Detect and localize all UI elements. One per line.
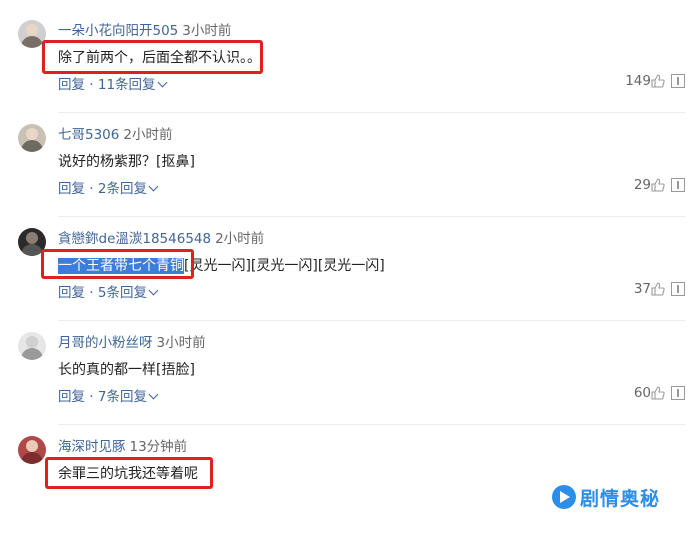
comment-meta: 貪戀鉨de溫湠18546548 2小时前: [58, 227, 264, 247]
reply-link[interactable]: 回复 · 5条回复: [58, 281, 159, 301]
divider: [58, 112, 685, 113]
username[interactable]: 貪戀鉨de溫湠18546548: [58, 231, 211, 247]
reply-link[interactable]: 回复 · 7条回复: [58, 385, 159, 405]
username[interactable]: 一朵小花向阳开505: [58, 23, 178, 39]
thumbs-up-icon[interactable]: [651, 282, 665, 296]
report-icon[interactable]: [671, 386, 685, 400]
chevron-down-icon: [157, 77, 168, 88]
comment-item: 一朵小花向阳开505 3小时前 除了前两个，后面全都不认识。。 回复 · 11条回…: [0, 18, 699, 122]
username[interactable]: 月哥的小粉丝呀: [58, 335, 153, 351]
chevron-down-icon: [148, 181, 159, 192]
report-icon[interactable]: [671, 74, 685, 88]
divider: [58, 216, 685, 217]
report-icon[interactable]: [671, 282, 685, 296]
watermark: 剧情奥秘: [552, 482, 660, 512]
reply-link[interactable]: 回复 · 11条回复: [58, 73, 168, 93]
highlight-box: [45, 457, 213, 489]
like-count: 37: [633, 281, 651, 297]
comment-text: 长的真的都一样[捂脸]: [58, 362, 195, 378]
chevron-down-icon: [148, 389, 159, 400]
like-count: 60: [633, 385, 651, 401]
report-icon[interactable]: [671, 178, 685, 192]
avatar[interactable]: [18, 124, 46, 152]
avatar[interactable]: [18, 436, 46, 464]
comment-meta: 月哥的小粉丝呀 3小时前: [58, 331, 206, 351]
thumbs-up-icon[interactable]: [651, 386, 665, 400]
reply-link[interactable]: 回复 · 2条回复: [58, 177, 159, 197]
comment-item: 貪戀鉨de溫湠18546548 2小时前 一个王者带七个青铜[灵光一闪][灵光一闪…: [0, 226, 699, 330]
comment-meta: 海深时见豚 13分钟前: [58, 435, 187, 455]
highlight-box: [41, 249, 194, 279]
reply-label: 回复 · 11条回复: [58, 77, 156, 93]
avatar[interactable]: [18, 332, 46, 360]
username[interactable]: 海深时见豚: [58, 439, 126, 455]
divider: [58, 424, 685, 425]
like-count: 29: [633, 177, 651, 193]
comment-item: 月哥的小粉丝呀 3小时前 长的真的都一样[捂脸] 回复 · 7条回复 60: [0, 330, 699, 434]
timestamp: 3小时前: [182, 23, 232, 39]
divider: [58, 320, 685, 321]
reply-label: 回复 · 5条回复: [58, 285, 147, 301]
thumbs-up-icon[interactable]: [651, 178, 665, 192]
highlight-box: [42, 40, 263, 74]
thumbs-up-icon[interactable]: [651, 74, 665, 88]
comment-meta: 一朵小花向阳开505 3小时前: [58, 19, 231, 39]
timestamp: 2小时前: [215, 231, 265, 247]
play-logo-icon: [552, 485, 576, 509]
like-count: 149: [625, 73, 651, 89]
chevron-down-icon: [148, 285, 159, 296]
reply-label: 回复 · 2条回复: [58, 181, 147, 197]
comment-text: 说好的杨紫那？[抠鼻]: [58, 154, 195, 170]
timestamp: 13分钟前: [129, 439, 188, 455]
reply-label: 回复 · 7条回复: [58, 389, 147, 405]
comment-meta: 七哥5306 2小时前: [58, 123, 172, 143]
emoji-text: [灵光一闪][灵光一闪][灵光一闪]: [184, 258, 385, 274]
timestamp: 2小时前: [123, 127, 173, 143]
timestamp: 3小时前: [156, 335, 206, 351]
watermark-text: 剧情奥秘: [580, 487, 661, 510]
comment-item: 七哥5306 2小时前 说好的杨紫那？[抠鼻] 回复 · 2条回复 29: [0, 122, 699, 226]
username[interactable]: 七哥5306: [58, 127, 119, 143]
